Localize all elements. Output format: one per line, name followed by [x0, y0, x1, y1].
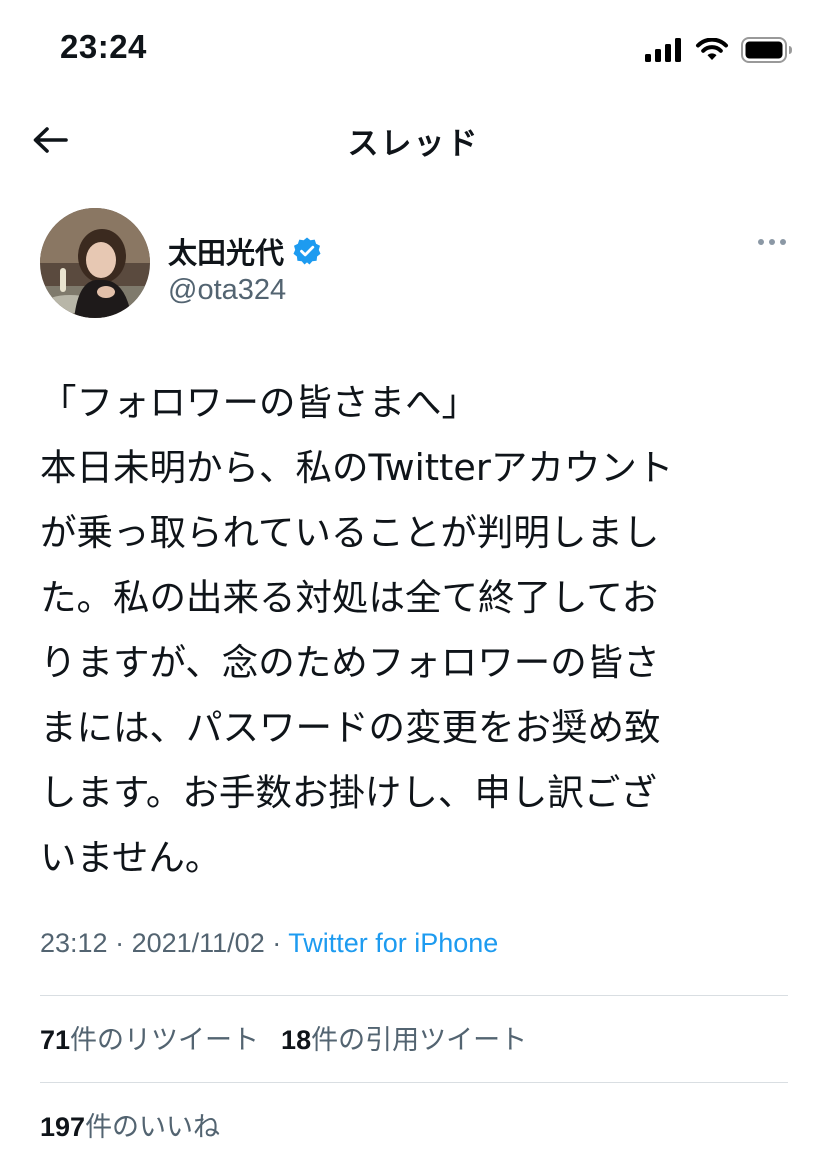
- tweet-text-line: た。私の出来る対処は全て終了してお: [40, 576, 659, 619]
- tweet-text-line: 本日未明から、私のTwitterアカウント: [40, 446, 674, 489]
- like-label: 件のいいね: [85, 1112, 221, 1143]
- wifi-icon: [696, 38, 728, 60]
- status-bar: 23:24: [0, 0, 827, 100]
- author-name-line[interactable]: 太田光代: [168, 230, 322, 272]
- tweet-date[interactable]: 2021/11/02: [132, 928, 265, 958]
- tweet-text: 「フォロワーの皆さまへ」 本日未明から、私のTwitterアカウント が乗っ取ら…: [40, 370, 792, 890]
- tweet-time[interactable]: 23:12: [40, 928, 108, 958]
- more-options-icon[interactable]: [750, 232, 794, 252]
- verified-badge-icon: [293, 237, 321, 265]
- retweet-label: 件のリツイート: [70, 1025, 260, 1056]
- cellular-signal-icon: [645, 38, 681, 62]
- like-count: 197: [40, 1112, 86, 1142]
- tweet-text-line: りますが、念のためフォロワーの皆さ: [40, 641, 660, 684]
- more-dot: [769, 239, 775, 245]
- tweet-meta: 23:12 · 2021/11/02 · Twitter for iPhone: [40, 928, 498, 959]
- tweet-source-link[interactable]: Twitter for iPhone: [288, 928, 498, 958]
- tweet-text-line: します。お手数お掛けし、申し訳ござ: [40, 771, 657, 814]
- status-icons: [645, 36, 793, 64]
- stats-row-retweets: 71件のリツイート 18件の引用ツイート: [40, 1018, 527, 1057]
- page-title: スレッド: [347, 126, 480, 162]
- avatar[interactable]: [40, 208, 150, 318]
- tweet-text-line: まには、パスワードの変更をお奨め致: [40, 706, 661, 749]
- retweet-count: 71: [40, 1025, 71, 1055]
- nav-bar: スレッド: [0, 100, 827, 180]
- tweet-author: 太田光代 @ota324: [40, 208, 790, 320]
- stats-row-likes: 197件のいいね: [40, 1105, 220, 1144]
- quote-count: 18: [281, 1025, 312, 1055]
- retweets-stat[interactable]: 71件のリツイート: [40, 1018, 259, 1057]
- author-name[interactable]: 太田光代: [168, 230, 284, 272]
- tweet-text-line: 「フォロワーの皆さまへ」: [40, 381, 478, 424]
- quote-label: 件の引用ツイート: [311, 1025, 528, 1056]
- more-dot: [780, 239, 786, 245]
- divider: [40, 995, 788, 996]
- battery-icon: [741, 37, 792, 63]
- quotes-stat[interactable]: 18件の引用ツイート: [281, 1018, 527, 1057]
- avatar-photo: [40, 208, 150, 318]
- author-handle[interactable]: @ota324: [168, 274, 286, 307]
- divider: [40, 1082, 788, 1083]
- meta-separator: ·: [264, 928, 289, 958]
- status-time: 23:24: [60, 28, 147, 65]
- meta-separator: ·: [107, 928, 132, 958]
- tweet-text-line: が乗っ取られていることが判明しまし: [40, 511, 660, 554]
- likes-stat[interactable]: 197件のいいね: [40, 1105, 220, 1144]
- tweet-text-line: いません。: [40, 836, 222, 879]
- more-dot: [758, 239, 764, 245]
